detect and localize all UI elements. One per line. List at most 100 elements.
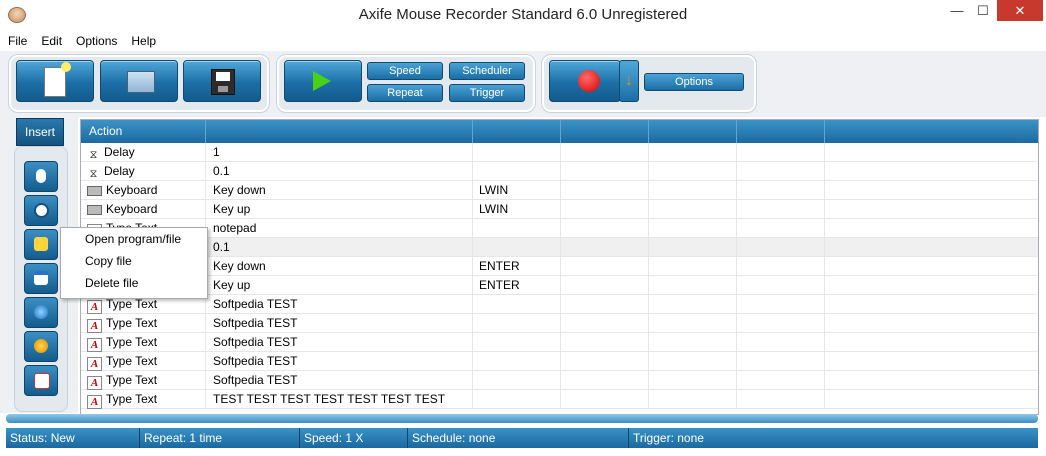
trigger-button[interactable]: Trigger <box>449 84 525 102</box>
table-row[interactable]: A Type Text TEST TEST TEST TEST TEST TEST … <box>81 390 1038 409</box>
maximize-button[interactable]: ☐ <box>970 0 996 21</box>
empty-cell <box>825 238 1038 257</box>
empty-cell <box>649 371 737 390</box>
action-label: Keyboard <box>106 183 158 197</box>
table-row[interactable]: ⧖ Delay 1 <box>81 143 1038 162</box>
value-cell: notepad <box>206 219 473 238</box>
table-row[interactable]: Keyboard Key up LWIN <box>81 200 1038 219</box>
insert-file-button[interactable] <box>24 229 58 260</box>
empty-cell <box>649 295 737 314</box>
empty-cell <box>561 238 649 257</box>
empty-cell <box>825 219 1038 238</box>
empty-cell <box>737 333 825 352</box>
action-label: Type Text <box>106 297 158 311</box>
status-speed: Speed: 1 X <box>300 428 408 448</box>
save-button[interactable] <box>183 60 261 102</box>
empty-cell <box>649 181 737 200</box>
play-button[interactable] <box>284 60 362 102</box>
table-row[interactable]: AType Textnotepad <box>81 219 1038 238</box>
extra-cell <box>473 352 561 371</box>
record-button[interactable] <box>549 60 621 102</box>
new-button[interactable] <box>16 60 94 102</box>
empty-cell <box>561 371 649 390</box>
type-text-icon: A <box>87 395 102 409</box>
empty-cell <box>737 143 825 162</box>
empty-cell <box>649 333 737 352</box>
action-cell: ⧖ Delay <box>81 162 206 181</box>
scheduler-button[interactable]: Scheduler <box>449 62 525 80</box>
status-trigger: Trigger: none <box>633 431 704 445</box>
window-icon <box>34 271 48 285</box>
table-row[interactable]: A Type Text Softpedia TEST <box>81 352 1038 371</box>
action-label: Type Text <box>106 354 158 368</box>
header-action[interactable]: Action <box>81 120 206 143</box>
action-cell: ⧖ Delay <box>81 143 206 162</box>
table-row[interactable]: ⧖Delay0.1 <box>81 238 1038 257</box>
insert-delay-button[interactable] <box>24 195 58 226</box>
menu-file[interactable]: File <box>0 31 33 51</box>
empty-cell <box>825 200 1038 219</box>
table-row[interactable]: A Type Text Softpedia TEST <box>81 333 1038 352</box>
table-row[interactable]: Keyboard Key down LWIN <box>81 181 1038 200</box>
empty-cell <box>561 314 649 333</box>
empty-cell <box>649 238 737 257</box>
clock-icon <box>34 203 49 218</box>
table-row[interactable]: KeyboardKey upENTER <box>81 276 1038 295</box>
speed-button[interactable]: Speed <box>367 62 443 80</box>
action-cell: A Type Text <box>81 390 206 409</box>
empty-cell <box>561 181 649 200</box>
value-cell: Softpedia TEST <box>206 371 473 390</box>
header-col-2[interactable] <box>206 120 473 143</box>
value-cell: Key down <box>206 181 473 200</box>
globe-icon <box>34 305 48 319</box>
action-grid[interactable]: Action ⧖ Delay 1 ⧖ Delay 0.1 Keyboard Key down L… <box>80 119 1039 415</box>
header-col-6[interactable] <box>737 120 825 143</box>
insert-system-button[interactable] <box>24 331 58 362</box>
empty-cell <box>561 162 649 181</box>
extra-cell <box>473 333 561 352</box>
empty-cell <box>561 219 649 238</box>
table-row[interactable]: ⧖Delay0.1 <box>81 162 1038 181</box>
repeat-button[interactable]: Repeat <box>367 84 443 102</box>
options-button[interactable]: Options <box>644 73 744 91</box>
insert-mouse-button[interactable] <box>24 161 58 192</box>
context-copy-file[interactable]: Copy file <box>61 250 207 272</box>
header-col-7[interactable] <box>825 120 1038 143</box>
action-label: Type Text <box>106 335 158 349</box>
context-open-program-file[interactable]: Open program/file <box>61 228 207 250</box>
extra-cell <box>473 314 561 333</box>
record-dropdown-button[interactable]: ↓ <box>619 60 639 102</box>
empty-cell <box>561 276 649 295</box>
minimize-button[interactable]: — <box>944 0 970 21</box>
insert-window-button[interactable] <box>24 263 58 294</box>
empty-cell <box>737 390 825 409</box>
close-button[interactable]: ✕ <box>997 0 1043 21</box>
menu-edit[interactable]: Edit <box>33 31 68 51</box>
insert-other-button[interactable] <box>24 365 58 396</box>
header-col-4[interactable] <box>561 120 649 143</box>
open-button[interactable] <box>100 60 178 102</box>
context-delete-file[interactable]: Delete file <box>61 272 207 294</box>
empty-cell <box>825 314 1038 333</box>
header-col-5[interactable] <box>649 120 737 143</box>
table-row[interactable]: KeyboardKey downENTER <box>81 257 1038 276</box>
file-toolbar-group <box>8 54 270 113</box>
insert-tab[interactable]: Insert <box>16 118 64 146</box>
value-cell: 0.1 <box>206 162 473 181</box>
table-row[interactable]: A Type Text Softpedia TEST <box>81 314 1038 333</box>
keyboard-icon <box>87 186 102 196</box>
header-col-3[interactable] <box>473 120 561 143</box>
action-cell: A Type Text <box>81 352 206 371</box>
horizontal-scrollbar[interactable] <box>6 414 1038 423</box>
type-text-icon: A <box>87 300 102 314</box>
table-row[interactable]: A Type Text Softpedia TEST <box>81 295 1038 314</box>
action-cell: Keyboard <box>81 200 206 219</box>
playback-toolbar-group: Speed Repeat Scheduler Trigger <box>276 54 536 113</box>
new-file-icon <box>44 62 71 97</box>
table-row[interactable]: A Type Text Softpedia TEST <box>81 371 1038 390</box>
insert-internet-button[interactable] <box>24 297 58 328</box>
status-state: Status: New <box>6 428 140 448</box>
menu-help[interactable]: Help <box>123 31 162 51</box>
menu-options[interactable]: Options <box>68 31 123 51</box>
empty-cell <box>649 390 737 409</box>
